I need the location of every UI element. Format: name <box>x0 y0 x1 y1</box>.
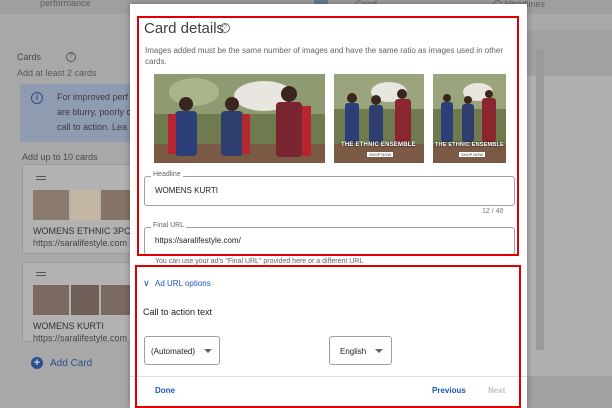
bg-performance-text: performance <box>40 0 91 8</box>
bg-info-text: For improved perf are blurry, poorly c c… <box>57 90 133 135</box>
bg-info-line: are blurry, poorly c <box>57 107 131 117</box>
bg-card-thumb <box>101 285 133 315</box>
bg-card-thumb <box>101 190 133 220</box>
bg-card-title: WOMENS ETHNIC 3PCS <box>33 226 137 236</box>
drag-handle-icon[interactable] <box>36 272 46 276</box>
bg-card-url: https://saralifestyle.com <box>33 333 128 343</box>
bg-preview-card <box>520 76 612 376</box>
bg-scrollbar <box>536 50 544 350</box>
highlight-box-card-details <box>137 16 519 256</box>
bg-card-url: https://saralifestyle.com <box>33 238 128 248</box>
bg-card-thumb <box>33 285 69 315</box>
bg-info-line: call to action. Lea <box>57 122 128 132</box>
bg-add-up-to: Add up to 10 cards <box>22 152 98 162</box>
final-url-hint: You can use your ad's "Final URL" provid… <box>155 258 364 265</box>
bg-add-card-button[interactable]: Add Card <box>50 358 92 369</box>
bg-cards-heading: Cards <box>17 52 42 62</box>
bg-card-title: WOMENS KURTI <box>33 321 104 331</box>
bg-cards-help-icon: ? <box>66 52 76 62</box>
bg-card-thumb <box>33 190 69 220</box>
bg-add-at-least: Add at least 2 cards <box>17 68 97 78</box>
bg-card-thumb <box>71 285 99 315</box>
drag-handle-icon[interactable] <box>36 176 46 180</box>
highlight-box-ad-url-options <box>135 265 521 408</box>
bg-card-thumb <box>71 190 99 220</box>
add-icon[interactable]: + <box>31 357 43 369</box>
bg-info-line: For improved perf <box>57 92 129 102</box>
info-icon: i <box>31 92 43 104</box>
